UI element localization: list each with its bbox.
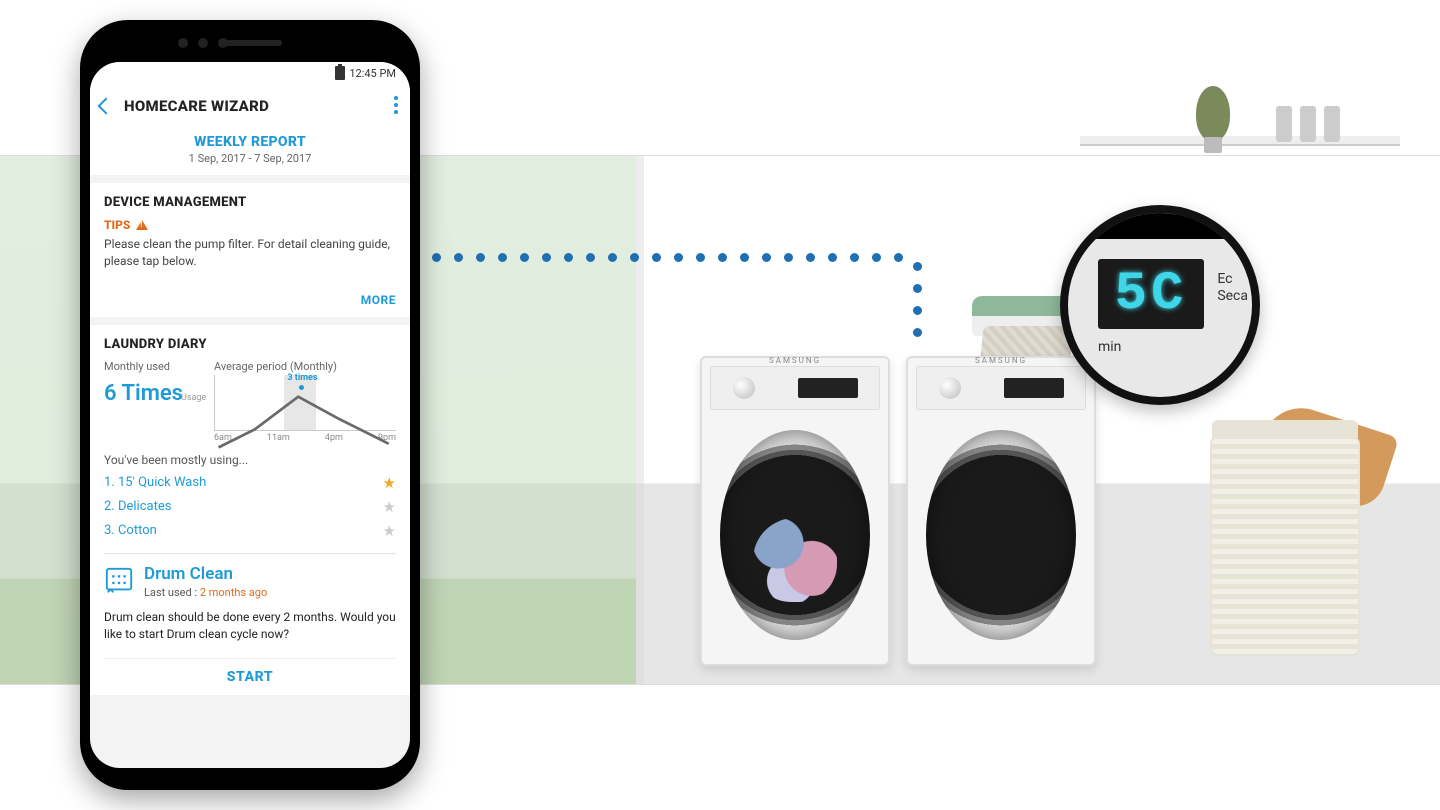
program-rank: 2.: [104, 499, 115, 514]
plant-icon: [1196, 86, 1230, 141]
laundry-diary-heading: LAUNDRY DIARY: [104, 337, 396, 352]
program-name: Cotton: [118, 523, 157, 538]
last-used-value: 2 months ago: [200, 586, 267, 599]
star-icon[interactable]: ★: [383, 474, 396, 492]
star-icon[interactable]: ★: [383, 498, 396, 516]
shelf-jars: [1276, 106, 1340, 142]
appliance-brand: SAMSUNG: [702, 356, 888, 365]
last-used-label: Last used :: [144, 586, 197, 599]
washer-control-panel: [710, 366, 880, 410]
dryer-machine: SAMSUNG: [906, 356, 1096, 666]
laundry-diary-card: LAUNDRY DIARY Monthly used 6 Times Avera…: [90, 325, 410, 695]
star-icon[interactable]: ★: [383, 522, 396, 540]
battery-icon: [335, 66, 345, 80]
back-chevron-icon[interactable]: [98, 98, 115, 115]
panel-label-eco: Ec: [1217, 271, 1248, 288]
program-rank: 1.: [104, 475, 115, 490]
program-rank: 3.: [104, 523, 115, 538]
warning-triangle-icon: [136, 220, 148, 230]
device-management-heading: DEVICE MANAGEMENT: [104, 195, 396, 210]
program-name: 15' Quick Wash: [118, 475, 206, 490]
washer-display-icon: [798, 378, 858, 398]
dryer-display-icon: [1004, 378, 1064, 398]
error-code: 5C: [1115, 264, 1188, 325]
error-code-display: 5C: [1098, 259, 1204, 329]
washer-door: [720, 430, 870, 640]
panel-min-label: min: [1098, 339, 1121, 355]
tips-label: TIPS: [104, 218, 130, 232]
usage-ylabel: Usage: [181, 393, 206, 403]
washing-machine: SAMSUNG: [700, 356, 890, 666]
phone-speaker-icon: [218, 40, 282, 46]
divider: [104, 553, 396, 554]
phone-sensors-icon: [198, 38, 208, 48]
panel-side-labels: Ec Seca: [1217, 271, 1248, 305]
more-button[interactable]: MORE: [104, 293, 396, 307]
drum-clean-title: Drum Clean: [144, 564, 267, 584]
weekly-date-range: 1 Sep, 2017 - 7 Sep, 2017: [90, 152, 410, 165]
app-title-bar: HOMECARE WIZARD: [90, 84, 410, 128]
panel-label-seca: Seca: [1217, 288, 1248, 305]
status-time: 12:45 PM: [349, 67, 396, 80]
weekly-title: WEEKLY REPORT: [90, 134, 410, 150]
drum-clean-section: Drum Clean Last used : 2 months ago: [104, 564, 396, 599]
laundry-hamper: [1210, 436, 1360, 656]
list-item[interactable]: 3. Cotton ★: [104, 519, 396, 543]
overflow-menu-icon[interactable]: [394, 96, 398, 114]
program-ranking-list: 1. 15' Quick Wash ★ 2. Delicates ★ 3. Co…: [104, 471, 396, 543]
page-title: HOMECARE WIZARD: [124, 97, 269, 115]
drum-clean-body: Drum clean should be done every 2 months…: [104, 609, 396, 644]
tips-row: TIPS: [104, 218, 396, 232]
drum-clean-icon: [104, 566, 134, 596]
list-item[interactable]: 2. Delicates ★: [104, 495, 396, 519]
status-bar: 12:45 PM: [90, 62, 410, 84]
drum-clean-subtitle: Last used : 2 months ago: [144, 586, 267, 599]
avg-period-label: Average period (Monthly): [214, 360, 396, 373]
tip-text: Please clean the pump filter. For detail…: [104, 236, 396, 271]
smartphone-frame: 12:45 PM HOMECARE WIZARD WEEKLY REPORT 1…: [80, 20, 420, 790]
dryer-control-panel: [916, 366, 1086, 410]
monthly-used-label: Monthly used: [104, 360, 204, 373]
dial-knob-icon: [733, 377, 755, 399]
wall-shelf: [1080, 136, 1400, 146]
weekly-report-header: WEEKLY REPORT 1 Sep, 2017 - 7 Sep, 2017: [90, 128, 410, 175]
program-name: Delicates: [118, 499, 171, 514]
app-screen[interactable]: 12:45 PM HOMECARE WIZARD WEEKLY REPORT 1…: [90, 62, 410, 768]
usage-sparkline-chart: Usage 3 times: [214, 375, 396, 431]
error-code-magnifier: 5C Ec Seca min: [1060, 205, 1260, 405]
appliance-brand: SAMSUNG: [908, 356, 1094, 365]
dryer-door: [926, 430, 1076, 640]
device-management-card: DEVICE MANAGEMENT TIPS Please clean the …: [90, 183, 410, 317]
magnifier-top-bar: [1068, 213, 1252, 239]
start-button[interactable]: START: [104, 658, 396, 685]
dial-knob-icon: [939, 377, 961, 399]
connection-dots-vertical: [913, 262, 922, 362]
